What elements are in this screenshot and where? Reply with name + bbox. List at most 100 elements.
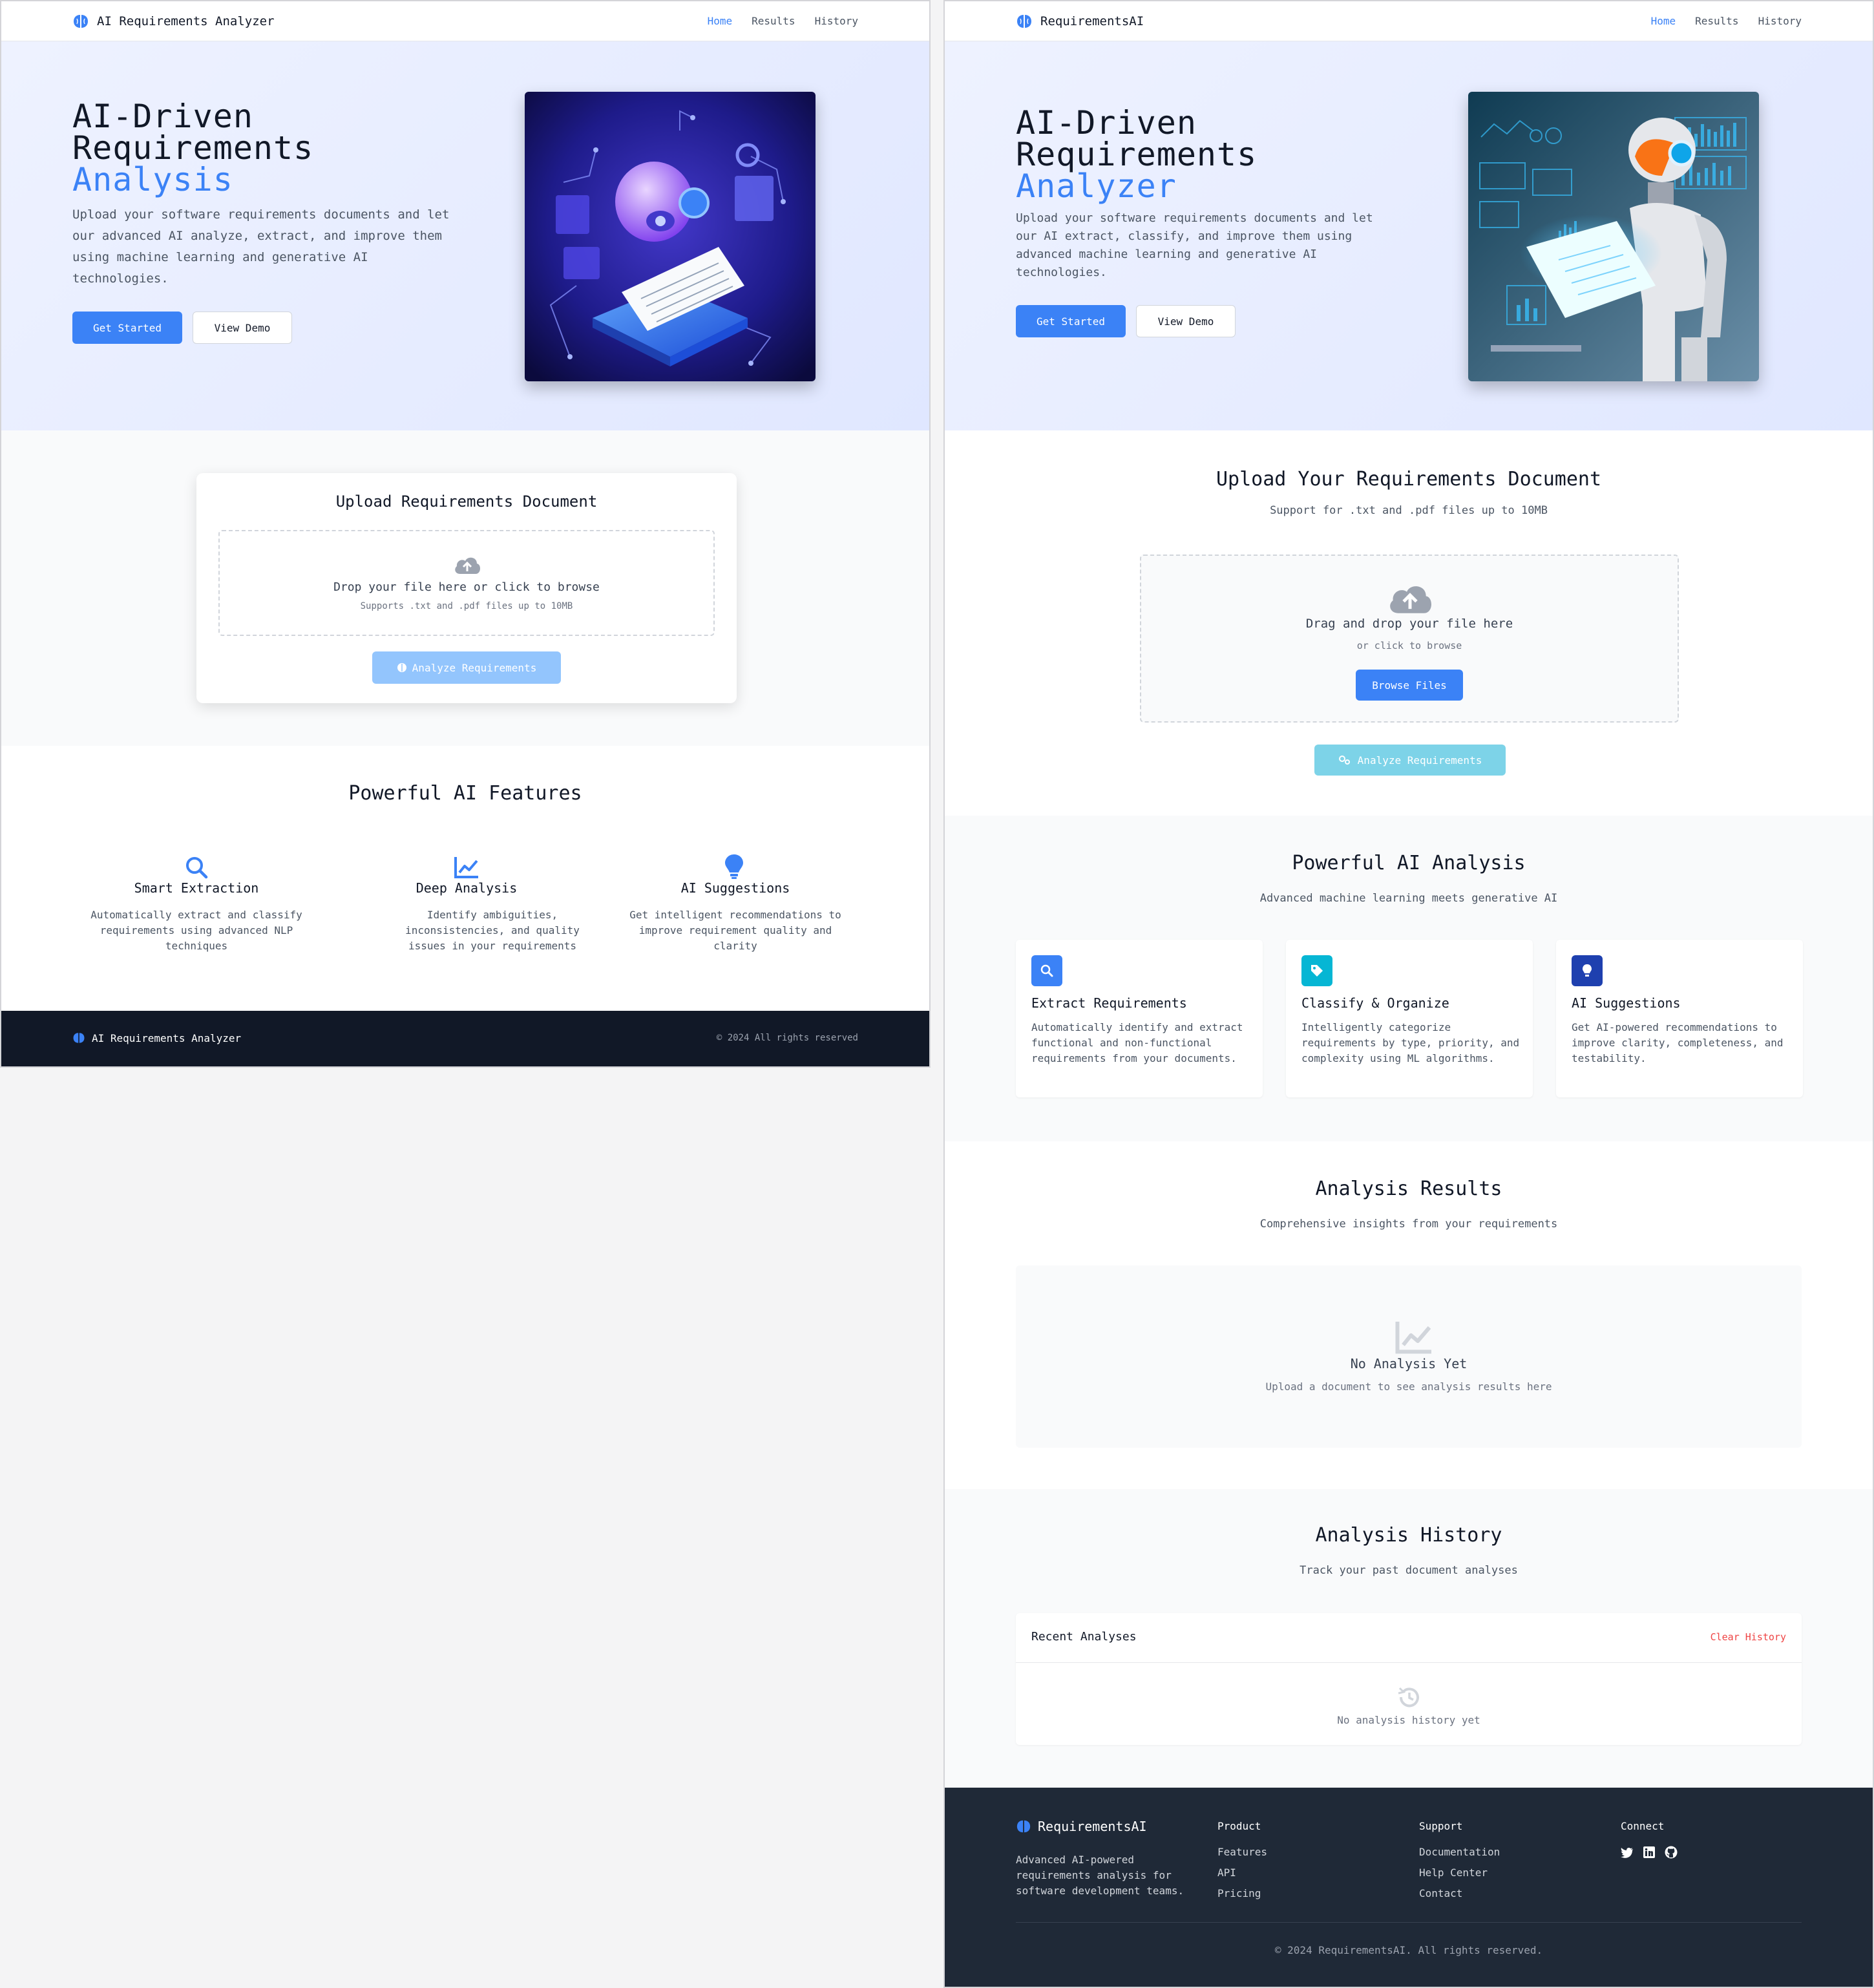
hero-title-line2: Requirements bbox=[1016, 136, 1258, 173]
view-demo-button[interactable]: View Demo bbox=[1136, 305, 1236, 337]
feature-card-desc: Intelligently categorize requirements by… bbox=[1301, 1021, 1520, 1064]
hero-subtitle: Upload your software requirements docume… bbox=[1016, 211, 1373, 279]
footer: RequirementsAI Advanced AI-powered requi… bbox=[945, 1788, 1873, 1987]
tag-icon bbox=[1301, 955, 1332, 986]
footer-link-documentation[interactable]: Documentation bbox=[1419, 1846, 1500, 1858]
footer-brand[interactable]: AI Requirements Analyzer bbox=[72, 1031, 241, 1044]
feature-card-title: Extract Requirements bbox=[1031, 995, 1187, 1011]
brain-icon bbox=[1016, 1820, 1031, 1833]
upload-section: Upload Your Requirements Document Suppor… bbox=[945, 430, 1873, 816]
feature-card-title: Classify & Organize bbox=[1301, 995, 1449, 1011]
nav-home[interactable]: Home bbox=[1651, 15, 1676, 27]
get-started-button[interactable]: Get Started bbox=[1016, 305, 1126, 337]
footer-link-help-center[interactable]: Help Center bbox=[1419, 1866, 1488, 1879]
results-subtitle: Comprehensive insights from your require… bbox=[1259, 1218, 1558, 1231]
feature-card-title: AI Suggestions bbox=[1572, 995, 1681, 1011]
lightbulb-icon bbox=[725, 854, 743, 879]
clear-history-button[interactable]: Clear History bbox=[1711, 1631, 1786, 1643]
search-icon bbox=[186, 857, 208, 879]
feature-desc-smart-extraction: Automatically extract and classify requi… bbox=[90, 909, 302, 952]
brain-icon bbox=[74, 14, 88, 28]
drop-text: Drop your file here or click to browse bbox=[333, 580, 600, 594]
brand-name: RequirementsAI bbox=[1040, 14, 1144, 28]
nav-results[interactable]: Results bbox=[1695, 15, 1738, 27]
hero-title-accent: Analyzer bbox=[1016, 167, 1177, 205]
footer-copyright: © 2024 All rights reserved bbox=[716, 1033, 858, 1043]
history-subtitle: Track your past document analyses bbox=[1300, 1564, 1518, 1577]
footer-copyright: © 2024 RequirementsAI. All rights reserv… bbox=[1274, 1944, 1543, 1956]
page-left: AI Requirements Analyzer Home Results Hi… bbox=[0, 0, 931, 1068]
cogs-icon bbox=[1338, 756, 1350, 765]
cloud-upload-icon bbox=[1390, 586, 1431, 613]
nav-home[interactable]: Home bbox=[708, 15, 733, 27]
get-started-button[interactable]: Get Started bbox=[72, 312, 182, 344]
brain-icon bbox=[73, 1033, 85, 1043]
twitter-icon[interactable] bbox=[1621, 1847, 1634, 1859]
linkedin-icon[interactable] bbox=[1643, 1846, 1655, 1858]
results-panel: No Analysis Yet Upload a document to see… bbox=[1016, 1265, 1802, 1448]
brand[interactable]: RequirementsAI bbox=[1016, 14, 1144, 29]
analyze-requirements-button[interactable]: Analyze Requirements bbox=[1314, 745, 1506, 776]
chart-line-icon bbox=[1395, 1322, 1431, 1354]
footer-link-features[interactable]: Features bbox=[1217, 1846, 1267, 1858]
hero-illustration bbox=[525, 92, 816, 381]
upload-card: Upload Requirements Document Drop your f… bbox=[196, 473, 737, 703]
results-empty-desc: Upload a document to see analysis result… bbox=[1265, 1380, 1552, 1393]
feature-card-suggestions: AI Suggestions Get AI-powered recommenda… bbox=[1556, 940, 1803, 1097]
search-icon bbox=[1031, 955, 1062, 986]
robot-document-illustration bbox=[1468, 92, 1759, 381]
cloud-upload-icon bbox=[455, 557, 481, 574]
feature-title-ai-suggestions: AI Suggestions bbox=[680, 880, 790, 896]
nav-history[interactable]: History bbox=[1758, 15, 1802, 27]
feature-desc-ai-suggestions: Get intelligent recommendations to impro… bbox=[629, 909, 841, 952]
history-empty: No analysis history yet bbox=[1337, 1714, 1480, 1726]
analysis-title: Powerful AI Analysis bbox=[1292, 852, 1526, 874]
navbar: RequirementsAI Home Results History bbox=[945, 1, 1873, 41]
upload-subtitle: Support for .txt and .pdf files up to 10… bbox=[1270, 504, 1548, 517]
footer-support-heading: Support bbox=[1419, 1820, 1463, 1832]
footer-description: Advanced AI-powered requirements analysi… bbox=[1016, 1854, 1184, 1897]
hero-section: AI-Driven Requirements Analyzer Upload y… bbox=[945, 41, 1873, 430]
footer-link-pricing[interactable]: Pricing bbox=[1217, 1887, 1261, 1899]
navbar: AI Requirements Analyzer Home Results Hi… bbox=[1, 1, 929, 41]
hero-section: AI-Driven Requirements Analysis Upload y… bbox=[1, 41, 929, 430]
hero-title-accent: Analysis bbox=[72, 161, 233, 198]
github-icon[interactable] bbox=[1665, 1846, 1678, 1859]
results-title: Analysis Results bbox=[1315, 1178, 1502, 1200]
analysis-subtitle: Advanced machine learning meets generati… bbox=[1259, 892, 1558, 905]
footer-connect-heading: Connect bbox=[1621, 1820, 1665, 1832]
analyze-button-label: Analyze Requirements bbox=[412, 661, 537, 674]
file-drop-zone[interactable]: Drag and drop your file here or click to… bbox=[1140, 555, 1679, 723]
file-drop-zone[interactable]: Drop your file here or click to browse S… bbox=[218, 530, 715, 636]
features-section: Powerful AI Features Smart Extraction Au… bbox=[1, 746, 929, 1011]
drop-text: Drag and drop your file here bbox=[1305, 617, 1513, 631]
footer-link-api[interactable]: API bbox=[1217, 1866, 1236, 1879]
hero-title-line1: AI-Driven bbox=[1016, 104, 1197, 142]
feature-card-classify: Classify & Organize Intelligently catego… bbox=[1286, 940, 1533, 1097]
analyze-button-label: Analyze Requirements bbox=[1357, 754, 1482, 767]
hero-illustration bbox=[1468, 92, 1759, 381]
page-right: RequirementsAI Home Results History AI-D… bbox=[943, 0, 1874, 1988]
feature-title-smart-extraction: Smart Extraction bbox=[134, 880, 259, 896]
drop-hint: Supports .txt and .pdf files up to 10MB bbox=[360, 601, 573, 611]
footer: AI Requirements Analyzer © 2024 All righ… bbox=[1, 1011, 929, 1066]
chart-line-icon bbox=[454, 857, 478, 878]
brain-icon bbox=[397, 663, 406, 672]
hero-subtitle: Upload your software requirements docume… bbox=[72, 207, 450, 286]
footer-link-contact[interactable]: Contact bbox=[1419, 1887, 1462, 1899]
nav-results[interactable]: Results bbox=[752, 15, 795, 27]
footer-product-heading: Product bbox=[1217, 1820, 1261, 1832]
footer-divider bbox=[1016, 1922, 1802, 1923]
footer-brand[interactable]: RequirementsAI bbox=[1016, 1819, 1147, 1834]
brand[interactable]: AI Requirements Analyzer bbox=[72, 14, 275, 29]
hero-title: AI-Driven Requirements Analyzer bbox=[1016, 107, 1257, 202]
footer-brand-name: RequirementsAI bbox=[1038, 1819, 1147, 1834]
upload-title: Upload Requirements Document bbox=[335, 492, 598, 511]
footer-brand-name: AI Requirements Analyzer bbox=[92, 1031, 242, 1044]
view-demo-button[interactable]: View Demo bbox=[193, 312, 292, 344]
nav-history[interactable]: History bbox=[815, 15, 858, 27]
robot-reading-illustration bbox=[525, 92, 816, 381]
features-title: Powerful AI Features bbox=[348, 782, 582, 805]
analyze-requirements-button[interactable]: Analyze Requirements bbox=[372, 651, 561, 684]
browse-files-button[interactable]: Browse Files bbox=[1356, 670, 1463, 701]
